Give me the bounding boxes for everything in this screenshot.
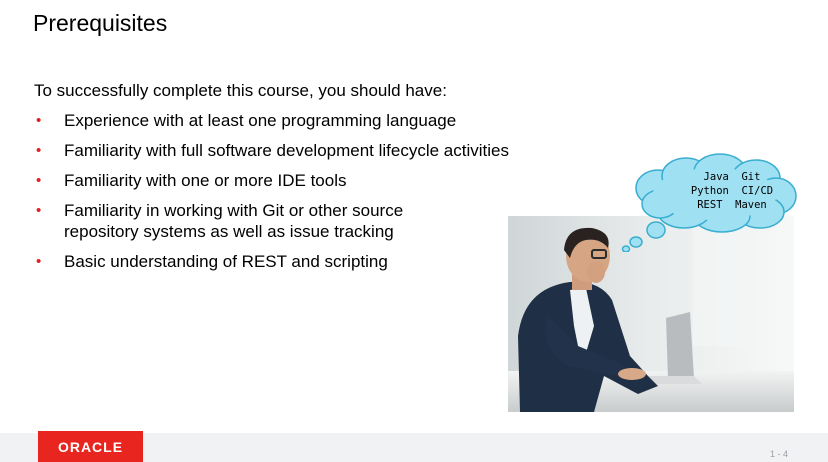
list-item-text: Basic understanding of REST and scriptin… xyxy=(64,252,388,271)
list-item-text: Familiarity with full software developme… xyxy=(64,141,509,160)
bullet-icon: • xyxy=(36,172,42,189)
page-number: 1 - 4 xyxy=(769,449,788,459)
cloud-line: Python CI/CD xyxy=(690,185,774,197)
list-item: • Basic understanding of REST and script… xyxy=(34,251,574,272)
list-item-text: Experience with at least one programming… xyxy=(64,111,457,130)
list-item: • Familiarity in working with Git or oth… xyxy=(34,200,574,242)
bullet-icon: • xyxy=(36,253,42,270)
bullet-icon: • xyxy=(36,112,42,129)
cloud-line: Java Git xyxy=(703,171,761,183)
list-item: • Familiarity with full software develop… xyxy=(34,140,574,161)
oracle-logo: ORACLE xyxy=(38,431,143,462)
cloud-line: REST Maven xyxy=(697,199,767,211)
list-item: • Familiarity with one or more IDE tools xyxy=(34,170,574,191)
list-item: • Experience with at least one programmi… xyxy=(34,110,574,131)
slide-title: Prerequisites xyxy=(33,10,168,36)
prerequisite-list: • Experience with at least one programmi… xyxy=(34,110,574,281)
list-item-text: Familiarity in working with Git or other… xyxy=(64,201,404,241)
slide: Prerequisites To successfully complete t… xyxy=(0,0,828,462)
bullet-icon: • xyxy=(36,202,42,219)
intro-text: To successfully complete this course, yo… xyxy=(34,81,447,100)
list-item-text: Familiarity with one or more IDE tools xyxy=(64,171,347,190)
bullet-icon: • xyxy=(36,142,42,159)
cloud-text: Java Git Python CI/CD REST Maven xyxy=(672,170,792,212)
